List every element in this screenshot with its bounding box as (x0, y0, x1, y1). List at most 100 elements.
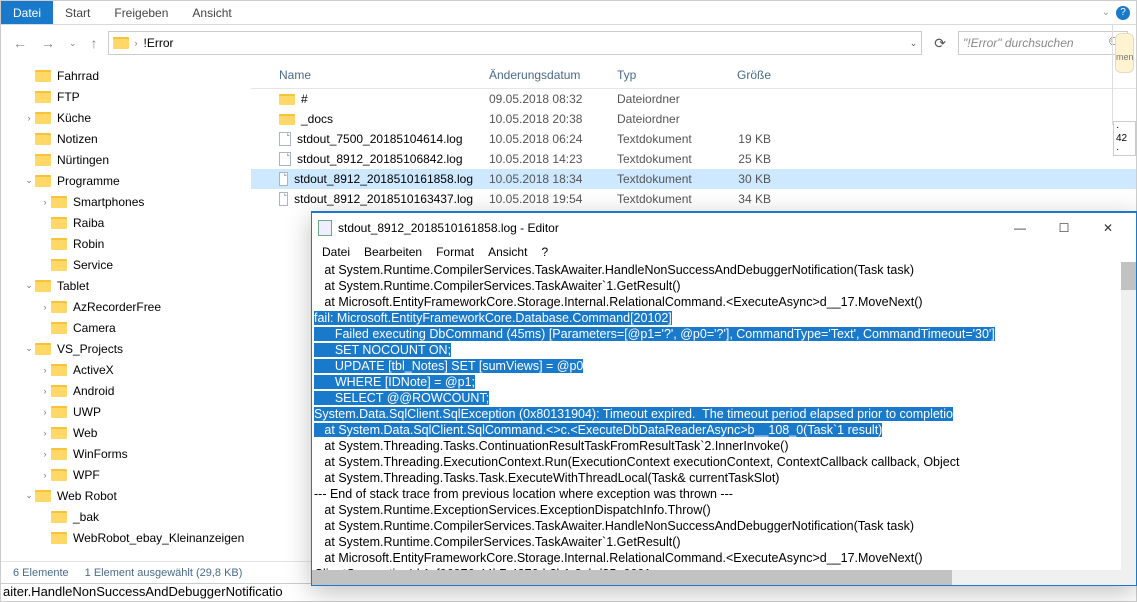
editor-window: stdout_8912_2018510161858.log - Editor —… (311, 211, 1137, 586)
chevron-right-icon[interactable]: › (39, 302, 51, 312)
ribbon-tab-start[interactable]: Start (53, 1, 102, 24)
folder-icon (51, 238, 67, 250)
editor-line: at System.Runtime.CompilerServices.TaskA… (314, 262, 1136, 278)
chevron-right-icon[interactable]: › (23, 113, 35, 123)
tree-label: Notizen (57, 132, 98, 146)
folder-icon (35, 91, 51, 103)
navbar: ← → ⌄ ↑ › !Error ⌄ ⟳ "!Error" durchsuche… (1, 25, 1136, 61)
tree-item[interactable]: Notizen (1, 128, 251, 149)
chevron-down-icon[interactable]: ⌄ (23, 343, 35, 354)
editor-menu-item[interactable]: Format (436, 245, 474, 259)
up-button[interactable]: ↑ (87, 35, 102, 51)
tree-item[interactable]: ›ActiveX (1, 359, 251, 380)
chevron-down-icon[interactable]: ⌄ (23, 280, 35, 291)
chevron-right-icon[interactable]: › (39, 365, 51, 375)
editor-vscrollbar[interactable] (1121, 262, 1136, 571)
col-name[interactable]: Name (271, 68, 481, 82)
folder-tree[interactable]: FahrradFTP›Küche Notizen Nürtingen ⌄ Program… (1, 61, 251, 561)
tree-item[interactable]: ›Smartphones (1, 191, 251, 212)
file-type: Dateiordner (609, 92, 719, 106)
tree-label: _bak (73, 510, 99, 524)
editor-titlebar[interactable]: stdout_8912_2018510161858.log - Editor —… (312, 212, 1136, 242)
tree-item[interactable]: › Web (1, 422, 251, 443)
chevron-right-icon[interactable]: › (39, 407, 51, 417)
file-row[interactable]: stdout_8912_2018510163437.log10.05.2018 … (251, 189, 1136, 209)
tree-item[interactable]: Raiba (1, 212, 251, 233)
chevron-right-icon[interactable]: › (39, 470, 51, 480)
file-row[interactable]: stdout_8912_2018510161858.log 10.05.2018 … (251, 169, 1136, 189)
tree-item[interactable]: Camera (1, 317, 251, 338)
recent-chevron-icon[interactable]: ⌄ (65, 38, 81, 49)
tree-item[interactable]: ⌄ Programme (1, 170, 251, 191)
editor-menu[interactable]: Datei Bearbeiten Format Ansicht? (312, 242, 1136, 262)
col-date[interactable]: Änderungsdatum (481, 68, 609, 82)
folder-icon (279, 94, 295, 105)
file-row[interactable]: #09.05.2018 08:32Dateiordner (251, 89, 1136, 109)
tree-label: Web Robot (57, 489, 117, 503)
tree-item[interactable]: Nürtingen (1, 149, 251, 170)
chevron-down-icon[interactable]: ⌄ (23, 175, 35, 186)
minimize-button[interactable]: — (998, 214, 1042, 242)
file-row[interactable]: stdout_7500_20185104614.log10.05.2018 06… (251, 129, 1136, 149)
ribbon-tab-datei[interactable]: Datei (1, 1, 53, 24)
editor-menu-item[interactable]: Bearbeiten (364, 245, 422, 259)
back-button[interactable]: ← (9, 35, 31, 51)
editor-line: at System.Threading.Tasks.ContinuationRe… (314, 438, 1136, 454)
tree-item[interactable]: ›AzRecorderFree (1, 296, 251, 317)
chevron-right-icon[interactable]: › (39, 449, 51, 459)
tree-item[interactable]: ›Android (1, 380, 251, 401)
chevron-right-icon[interactable]: › (39, 428, 51, 438)
tree-item[interactable]: › UWP (1, 401, 251, 422)
chevron-down-icon[interactable]: ⌄ (23, 490, 35, 501)
file-name: stdout_8912_2018510161858.log (294, 172, 473, 186)
address-dropdown-icon[interactable]: ⌄ (910, 38, 918, 49)
file-row[interactable]: _docs10.05.2018 20:38Dateiordner (251, 109, 1136, 129)
col-size[interactable]: Größe (719, 68, 779, 82)
editor-hscrollbar[interactable] (312, 570, 1136, 585)
help-icon[interactable]: ? (1116, 6, 1130, 20)
file-type: Dateiordner (609, 112, 719, 126)
search-input[interactable]: "!Error" durchsuchen 🔍︎ (958, 31, 1128, 55)
tree-item[interactable]: Robin (1, 233, 251, 254)
tree-label: UWP (73, 405, 101, 419)
breadcrumb-segment[interactable]: !Error (144, 36, 174, 50)
tree-item[interactable]: WebRobot_ebay_Kleinanzeigen (1, 527, 251, 548)
tree-item[interactable]: _bak (1, 506, 251, 527)
editor-line: at System.Data.SqlClient.SqlCommand.<>c.… (314, 422, 1136, 438)
editor-line: at Microsoft.EntityFrameworkCore.Storage… (314, 294, 1136, 310)
chevron-right-icon[interactable]: › (39, 197, 51, 207)
close-button[interactable]: ✕ (1086, 214, 1130, 242)
tree-label: Programme (57, 174, 120, 188)
editor-menu-item[interactable]: Ansicht (488, 245, 527, 259)
tree-item[interactable]: ⌄Tablet (1, 275, 251, 296)
ribbon-tab-ansicht[interactable]: Ansicht (180, 1, 243, 24)
ribbon-tab-freigeben[interactable]: Freigeben (102, 1, 180, 24)
col-type[interactable]: Typ (609, 68, 719, 82)
tree-item[interactable]: FTP (1, 86, 251, 107)
file-icon (279, 192, 288, 206)
column-headers[interactable]: Name Änderungsdatum Typ Größe (251, 61, 1136, 89)
forward-button[interactable]: → (37, 35, 59, 51)
address-bar[interactable]: › !Error ⌄ (108, 31, 923, 55)
file-size: 34 KB (719, 192, 779, 206)
tree-item[interactable]: Service (1, 254, 251, 275)
tree-item[interactable]: ›WinForms (1, 443, 251, 464)
tree-item[interactable]: ›WPF (1, 464, 251, 485)
maximize-button[interactable]: ☐ (1042, 214, 1086, 242)
editor-menu-item[interactable]: Datei (322, 245, 350, 259)
file-date: 10.05.2018 18:34 (481, 172, 609, 186)
file-row[interactable]: stdout_8912_20185106842.log10.05.2018 14… (251, 149, 1136, 169)
tree-item[interactable]: ⌄ Web Robot (1, 485, 251, 506)
tree-item[interactable]: ›Küche (1, 107, 251, 128)
ribbon-chevron-icon[interactable]: ⌄ (1102, 7, 1110, 18)
editor-body[interactable]: at System.Runtime.CompilerServices.TaskA… (312, 262, 1136, 570)
editor-line: at System.Runtime.ExceptionServices.Exce… (314, 502, 1136, 518)
chevron-right-icon[interactable]: › (39, 386, 51, 396)
editor-menu-item[interactable]: ? (541, 245, 548, 259)
folder-icon (51, 196, 67, 208)
tree-item[interactable]: Fahrrad (1, 65, 251, 86)
refresh-button[interactable]: ⟳ (928, 35, 952, 52)
tree-item[interactable]: ⌄VS_Projects (1, 338, 251, 359)
folder-icon (51, 406, 67, 418)
tree-label: Web (73, 426, 97, 440)
